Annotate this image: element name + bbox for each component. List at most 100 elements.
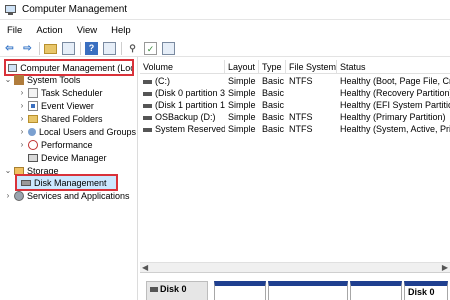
cell-type: Basic [262,100,285,110]
list-header: Volume Layout Type File System Status [140,60,450,74]
column-header-status[interactable]: Status [337,60,450,74]
cell-layout: Simple [228,88,256,98]
computer-management-icon [5,4,17,16]
chevron-right-icon[interactable]: › [18,140,26,149]
tree-item-label: Event Viewer [41,100,94,111]
tree-item-label: Services and Applications [27,190,130,201]
column-header-layout[interactable]: Layout [225,60,259,74]
tree-item-label: Task Scheduler [41,87,103,98]
tools-icon [14,74,24,85]
table-row[interactable]: (C:) Simple Basic NTFS Healthy (Boot, Pa… [140,75,450,87]
cell-file-system: NTFS [289,124,313,134]
horizontal-scrollbar[interactable]: ◀ ▶ [140,262,450,272]
chevron-down-icon[interactable]: ⌄ [4,166,12,175]
menu-file[interactable]: File [0,25,29,36]
partition-block[interactable]: Disk 0 [404,281,448,300]
tree-item-label: Device Manager [41,152,107,163]
table-row[interactable]: (Disk 1 partition 1) Simple Basic Health… [140,99,450,111]
tree-item-disk-management[interactable]: Disk Management [15,174,118,191]
cell-file-system: NTFS [289,112,313,122]
cell-file-system [286,87,337,99]
partition-block[interactable] [350,281,402,300]
title-bar: Computer Management [0,0,450,20]
toolbar: ⇦ ⇨ ? ⚲ ✓ [0,40,450,57]
cell-status: Healthy (Primary Partition) [340,112,446,122]
services-icon [14,190,24,201]
cell-status: Healthy (System, Active, Primary Partiti… [340,124,450,134]
check-icon[interactable]: ✓ [144,41,157,55]
tree-item-services[interactable]: › Services and Applications [4,189,130,202]
toolbar-separator [121,41,122,55]
column-header-volume[interactable]: Volume [140,60,225,74]
forward-arrow-icon[interactable]: ⇨ [21,42,34,55]
tree-item-local-users[interactable]: › Local Users and Groups [18,125,136,138]
tree-item-system-tools[interactable]: ⌄ System Tools [4,73,80,86]
properties-icon[interactable] [103,41,116,55]
disk-icon [21,179,31,186]
chevron-down-icon[interactable]: ⌄ [4,75,12,84]
tree-item-label: Disk Management [34,177,107,188]
tree-item-label: Local Users and Groups [39,126,137,137]
disk-0-label[interactable]: Disk 0 [146,281,208,300]
disk-icon [150,287,158,293]
chevron-right-icon[interactable]: › [18,127,26,136]
cell-layout: Simple [228,124,256,134]
device-icon [28,153,38,162]
disk-graphical-view: Disk 0 Disk 0 [140,272,450,300]
show-tree-icon[interactable] [62,41,75,55]
computer-icon [8,63,18,72]
column-header-type[interactable]: Type [259,60,286,74]
tree-item-device-manager[interactable]: Device Manager [26,151,107,164]
up-folder-icon[interactable] [44,44,57,54]
tree-item-shared-folders[interactable]: › Shared Folders [18,112,103,125]
volume-icon [143,127,152,132]
chevron-right-icon[interactable]: › [4,191,12,200]
menu-view[interactable]: View [70,25,104,36]
cell-type: Basic [262,112,285,122]
help-icon[interactable]: ? [85,41,98,55]
menu-help[interactable]: Help [104,25,138,36]
event-log-icon [28,100,38,111]
cell-volume: (Disk 1 partition 1) [140,99,225,111]
cell-volume: OSBackup (D:) [140,111,225,123]
disk-0-right-label: Disk 0 [408,287,435,297]
cell-type: Basic [262,76,285,86]
cell-status: Healthy (EFI System Partition) [340,100,450,110]
menu-action[interactable]: Action [29,25,69,36]
back-arrow-icon[interactable]: ⇦ [3,42,16,55]
chevron-right-icon[interactable]: › [18,88,26,97]
partition-block[interactable] [214,281,266,300]
cell-volume: (Disk 0 partition 3) [140,87,225,99]
view-icon[interactable] [162,41,175,55]
partition-block[interactable] [268,281,348,300]
tree-item-label: Performance [41,139,93,150]
performance-icon [28,139,38,150]
cell-volume: System Reserved [140,123,225,135]
tree-item-performance[interactable]: › Performance [18,138,93,151]
tree-item-task-scheduler[interactable]: › Task Scheduler [18,86,103,99]
cell-layout: Simple [228,112,256,122]
connect-icon[interactable]: ⚲ [126,42,139,55]
folder-icon [28,114,38,123]
toolbar-separator [39,41,40,55]
window-title: Computer Management [22,4,128,15]
console-tree: Computer Management (Local) ⌄ System Too… [0,57,138,300]
tree-item-label: Storage [27,165,59,176]
column-header-file-system[interactable]: File System [286,60,337,74]
cell-file-system: NTFS [289,76,313,86]
chevron-right-icon[interactable]: › [18,101,26,110]
chevron-right-icon[interactable]: › [18,114,26,123]
cell-type: Basic [262,88,285,98]
table-row[interactable]: (Disk 0 partition 3) Simple Basic Health… [140,87,450,99]
table-row[interactable]: System Reserved Simple Basic NTFS Health… [140,123,450,135]
clock-icon [28,87,38,98]
tree-item-label: System Tools [27,74,81,85]
tree-item-label: Computer Management (Local) [20,62,132,73]
toolbar-separator [80,41,81,55]
table-row[interactable]: OSBackup (D:) Simple Basic NTFS Healthy … [140,111,450,123]
cell-status: Healthy (Recovery Partition) [340,88,450,98]
cell-type: Basic [262,124,285,134]
cell-file-system [286,99,337,111]
tree-item-event-viewer[interactable]: › Event Viewer [18,99,94,112]
cell-status: Healthy (Boot, Page File, Crash Dump, Pr… [340,76,450,86]
